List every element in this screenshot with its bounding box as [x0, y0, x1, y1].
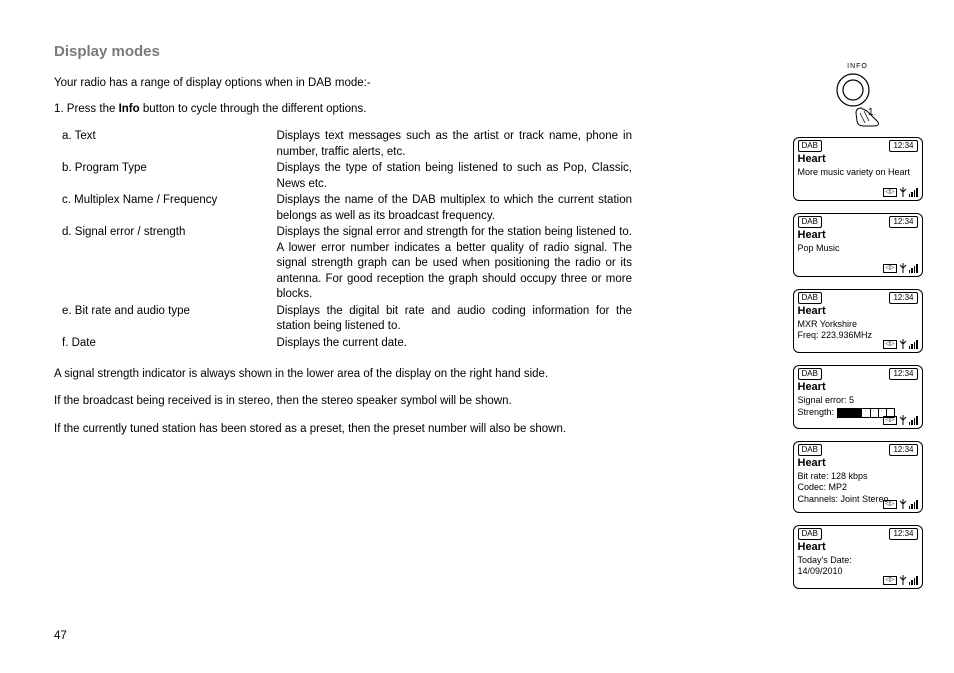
- option-desc: Displays the current date.: [277, 336, 632, 353]
- stereo-icon: ◁▷: [883, 500, 896, 509]
- station-name: Heart: [798, 457, 918, 470]
- display-example-program-type: DAB 12:34 Heart Pop Music ◁▷: [793, 213, 923, 277]
- antenna-icon: [899, 415, 907, 425]
- paragraph: If the currently tuned station has been …: [54, 422, 624, 438]
- antenna-icon: [899, 187, 907, 197]
- paragraph: A signal strength indicator is always sh…: [54, 367, 624, 383]
- status-icons: ◁▷: [883, 415, 917, 425]
- signal-icon: [909, 188, 918, 197]
- stereo-icon: ◁▷: [883, 340, 896, 349]
- option-label: b. Program Type: [62, 161, 277, 193]
- page-number: 47: [54, 629, 67, 645]
- signal-icon: [909, 576, 918, 585]
- station-name: Heart: [798, 229, 918, 242]
- date-label: Today's Date:: [798, 555, 918, 565]
- display-example-text: DAB 12:34 Heart More music variety on He…: [793, 137, 923, 201]
- stereo-icon: ◁▷: [883, 416, 896, 425]
- station-name: Heart: [798, 381, 918, 394]
- page-title: Display modes: [54, 42, 934, 62]
- bit-rate: Bit rate: 128 kbps: [798, 471, 918, 481]
- station-name: Heart: [798, 153, 918, 166]
- status-icons: ◁▷: [883, 339, 917, 349]
- mode-badge: DAB: [798, 444, 822, 456]
- status-icons: ◁▷: [883, 499, 917, 509]
- step-1: 1. Press the Info button to cycle throug…: [54, 102, 624, 118]
- status-icons: ◁▷: [883, 187, 917, 197]
- option-d: d. Signal error / strength Displays the …: [62, 225, 632, 304]
- station-name: Heart: [798, 541, 918, 554]
- antenna-icon: [899, 263, 907, 273]
- signal-icon: [909, 340, 918, 349]
- mode-badge: DAB: [798, 528, 822, 540]
- option-desc: Displays the signal error and strength f…: [277, 225, 632, 304]
- paragraph: If the broadcast being received is in st…: [54, 394, 624, 410]
- stereo-icon: ◁▷: [883, 188, 896, 197]
- option-label: f. Date: [62, 336, 277, 353]
- time-badge: 12:34: [889, 368, 917, 380]
- mode-badge: DAB: [798, 368, 822, 380]
- station-name: Heart: [798, 305, 918, 318]
- display-example-date: DAB 12:34 Heart Today's Date: 14/09/2010…: [793, 525, 923, 589]
- option-f: f. Date Displays the current date.: [62, 336, 632, 353]
- right-column: INFO 1 DAB 12:34 Heart More music variet…: [785, 62, 930, 601]
- time-badge: 12:34: [889, 292, 917, 304]
- signal-icon: [909, 264, 918, 273]
- mode-badge: DAB: [798, 216, 822, 228]
- mode-badge: DAB: [798, 140, 822, 152]
- time-badge: 12:34: [889, 216, 917, 228]
- mode-badge: DAB: [798, 292, 822, 304]
- step-pre: 1. Press the: [54, 103, 119, 115]
- manual-page: Display modes Your radio has a range of …: [0, 0, 954, 673]
- option-label: a. Text: [62, 129, 277, 161]
- status-icons: ◁▷: [883, 575, 917, 585]
- option-desc: Displays text messages such as the artis…: [277, 129, 632, 161]
- step-post: button to cycle through the different op…: [140, 103, 367, 115]
- display-example-multiplex: DAB 12:34 Heart MXR Yorkshire Freq: 223.…: [793, 289, 923, 353]
- option-label: e. Bit rate and audio type: [62, 304, 277, 336]
- callout-number: 1: [868, 107, 874, 118]
- signal-error: Signal error: 5: [798, 395, 918, 405]
- option-c: c. Multiplex Name / Frequency Displays t…: [62, 193, 632, 225]
- display-example-signal: DAB 12:34 Heart Signal error: 5 Strength…: [793, 365, 923, 429]
- program-type: Pop Music: [798, 243, 918, 253]
- option-desc: Displays the type of station being liste…: [277, 161, 632, 193]
- stereo-icon: ◁▷: [883, 576, 896, 585]
- multiplex-name: MXR Yorkshire: [798, 319, 918, 329]
- display-example-bitrate: DAB 12:34 Heart Bit rate: 128 kbps Codec…: [793, 441, 923, 513]
- press-info-illustration: 1: [823, 73, 893, 131]
- time-badge: 12:34: [889, 444, 917, 456]
- option-a: a. Text Displays text messages such as t…: [62, 129, 632, 161]
- option-e: e. Bit rate and audio type Displays the …: [62, 304, 632, 336]
- antenna-icon: [899, 575, 907, 585]
- scrolling-text: More music variety on Heart: [798, 167, 918, 177]
- strength-label: Strength:: [798, 407, 835, 417]
- option-b: b. Program Type Displays the type of sta…: [62, 161, 632, 193]
- signal-icon: [909, 500, 918, 509]
- info-button-ref: Info: [119, 103, 140, 115]
- option-label: c. Multiplex Name / Frequency: [62, 193, 277, 225]
- time-badge: 12:34: [889, 528, 917, 540]
- codec: Codec: MP2: [798, 482, 918, 492]
- option-desc: Displays the name of the DAB multiplex t…: [277, 193, 632, 225]
- option-label: d. Signal error / strength: [62, 225, 277, 304]
- stereo-icon: ◁▷: [883, 264, 896, 273]
- time-badge: 12:34: [889, 140, 917, 152]
- antenna-icon: [899, 499, 907, 509]
- status-icons: ◁▷: [883, 263, 917, 273]
- info-button-label: INFO: [847, 62, 868, 71]
- antenna-icon: [899, 339, 907, 349]
- options-table: a. Text Displays text messages such as t…: [62, 129, 632, 352]
- intro-text: Your radio has a range of display option…: [54, 76, 624, 92]
- option-desc: Displays the digital bit rate and audio …: [277, 304, 632, 336]
- signal-icon: [909, 416, 918, 425]
